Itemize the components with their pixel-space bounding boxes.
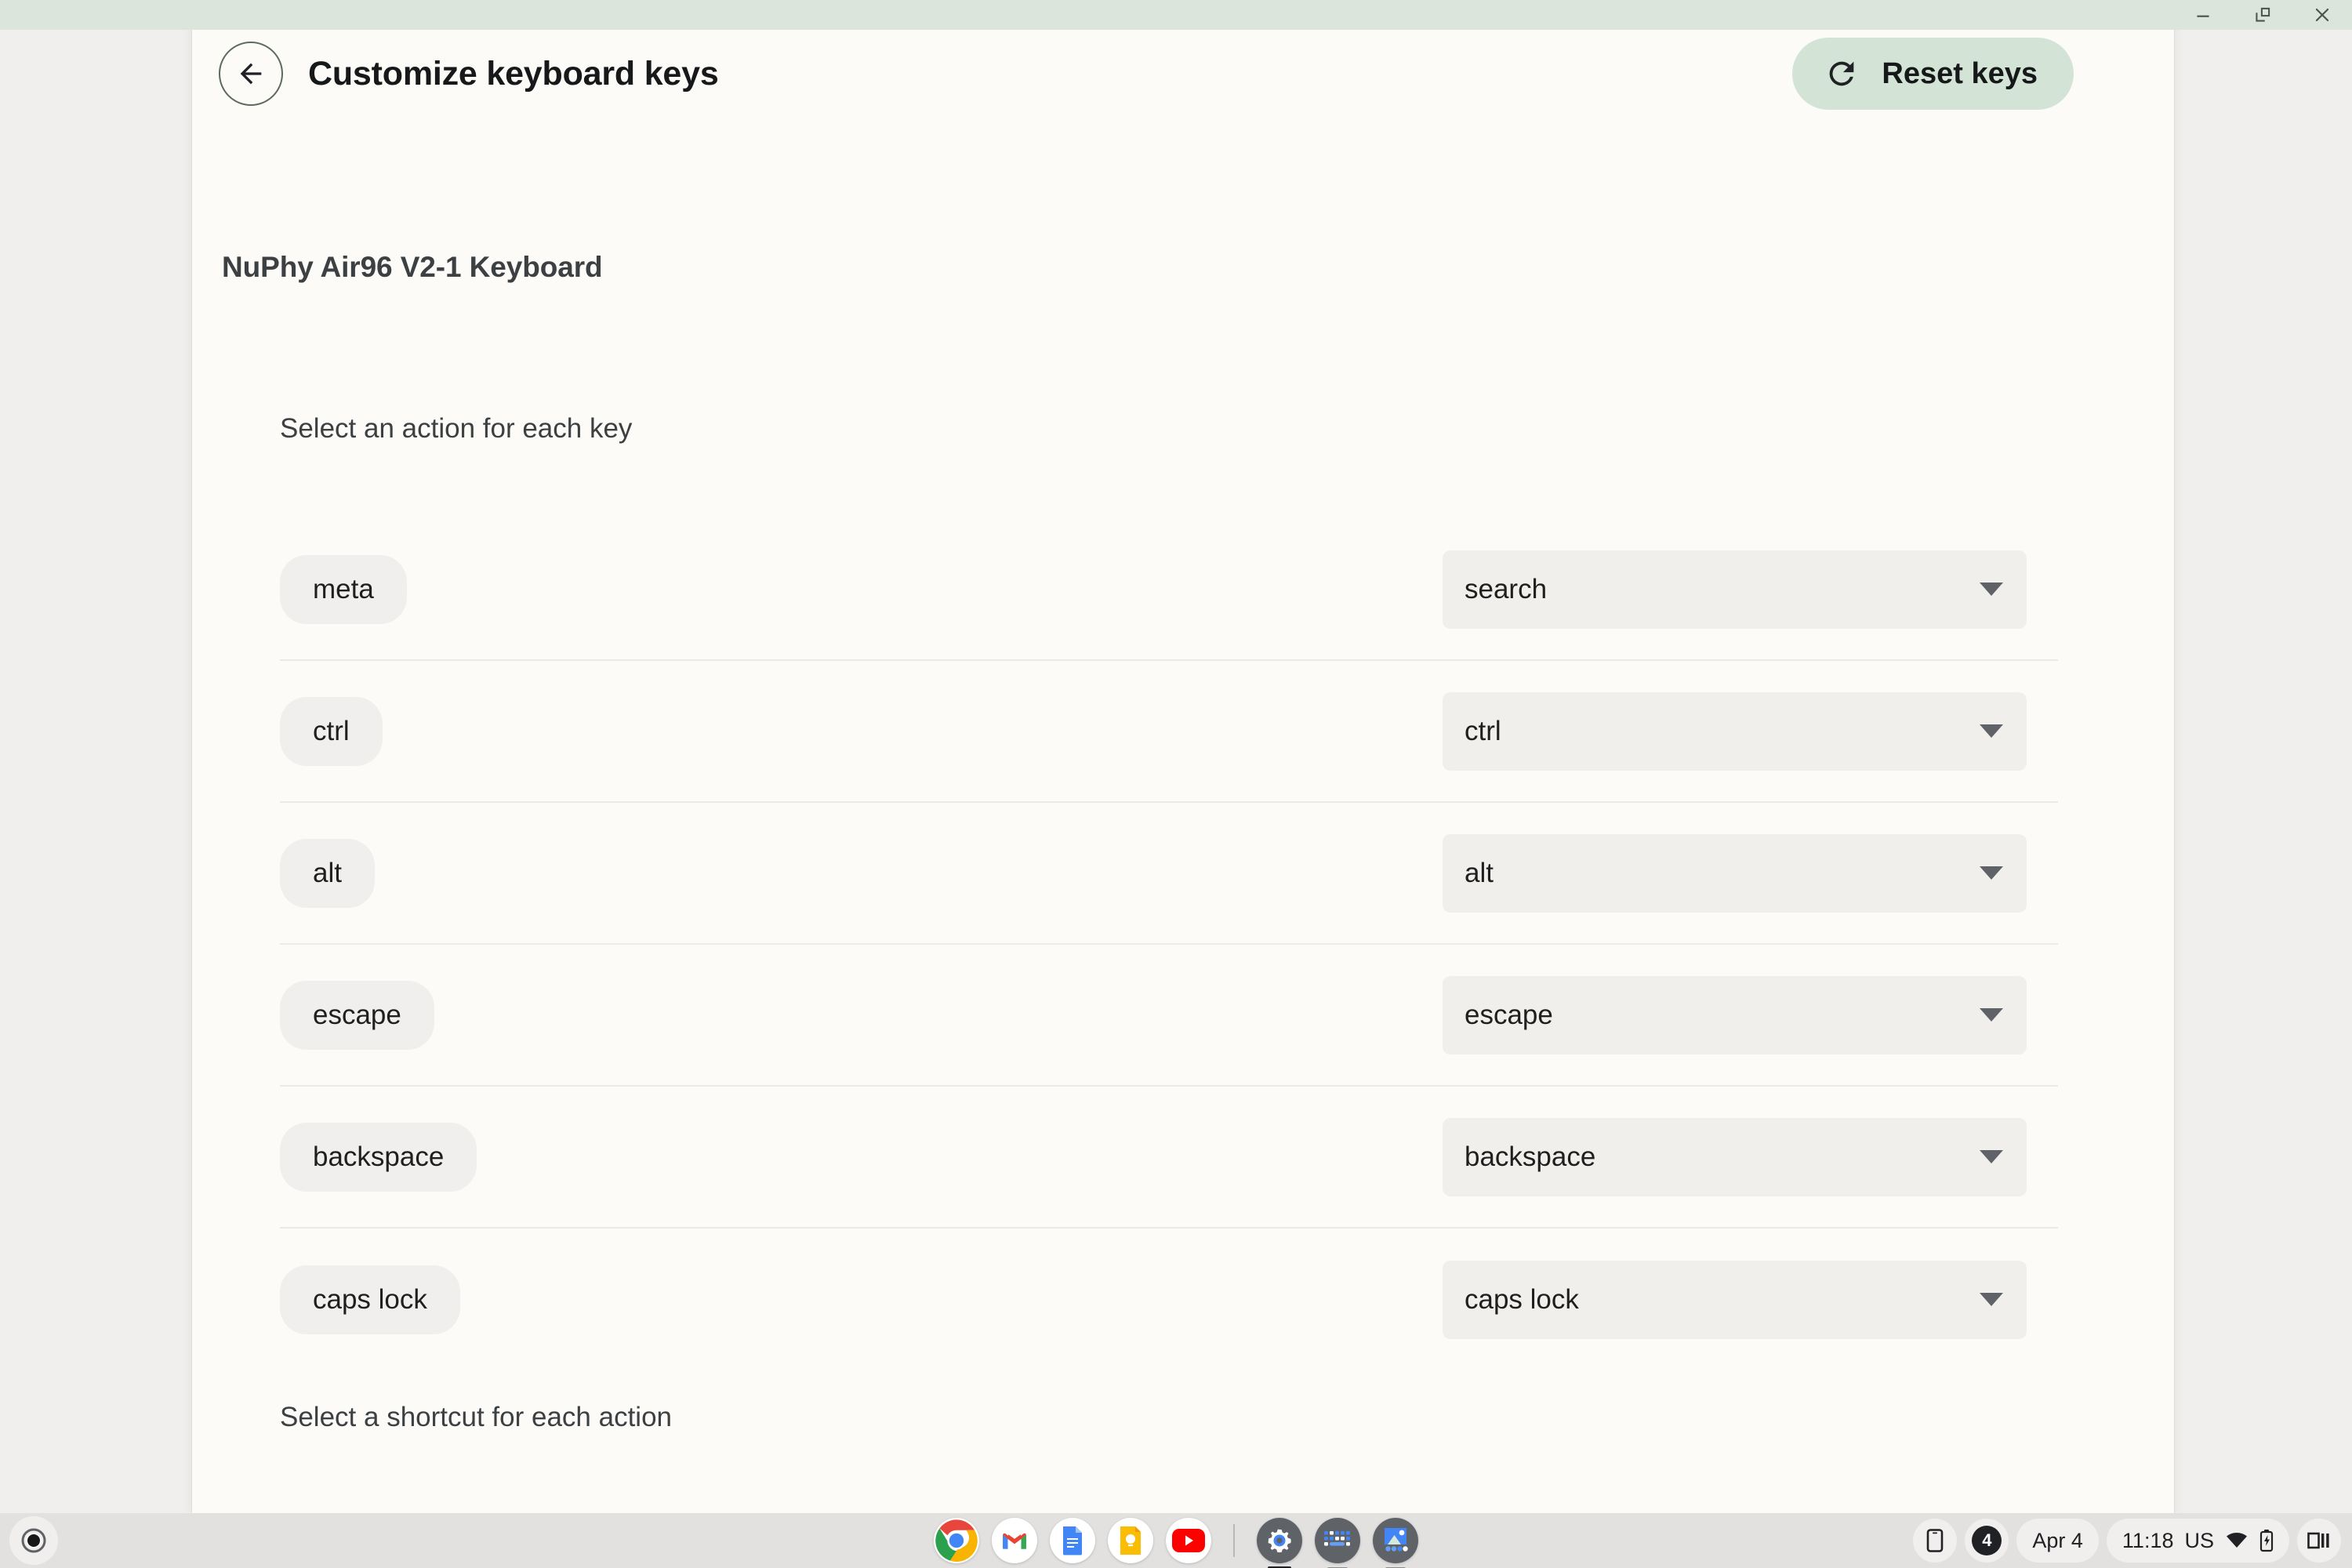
shelf-app-chrome[interactable] xyxy=(934,1518,979,1563)
desk-switcher-button[interactable]: 4 xyxy=(1965,1519,2009,1563)
desk-count-badge: 4 xyxy=(1972,1526,2002,1555)
settings-window: Customize keyboard keys Reset keys NuPhy… xyxy=(192,0,2174,1513)
key-chip-alt[interactable]: alt xyxy=(280,838,375,908)
key-chip-caps-lock[interactable]: caps lock xyxy=(280,1265,460,1334)
refresh-icon xyxy=(1830,61,1854,86)
action-select-meta[interactable]: search xyxy=(1443,550,2027,629)
shelf-app-settings[interactable] xyxy=(1257,1518,1302,1568)
action-select-caps-lock[interactable]: caps lock xyxy=(1443,1260,2027,1339)
key-row: ctrl ctrl xyxy=(280,661,2058,803)
key-chip-escape[interactable]: escape xyxy=(280,980,434,1050)
docs-icon xyxy=(1063,1526,1082,1555)
window-controls xyxy=(2173,0,2352,30)
gmail-icon xyxy=(1003,1533,1026,1549)
chevron-down-icon xyxy=(1980,724,2003,738)
back-button[interactable] xyxy=(219,42,283,106)
system-tray-button[interactable]: 11:18 US xyxy=(2106,1519,2289,1563)
titlebar xyxy=(0,0,2352,30)
key-rows-list: meta search ctrl ctrl alt alt escape esc… xyxy=(280,519,2058,1370)
chevron-down-icon xyxy=(1980,1150,2003,1163)
shelf-app-youtube[interactable] xyxy=(1166,1518,1211,1563)
close-button[interactable] xyxy=(2292,0,2352,30)
key-chip-ctrl[interactable]: ctrl xyxy=(280,696,383,766)
action-select-value: alt xyxy=(1465,857,1494,888)
device-name: NuPhy Air96 V2-1 Keyboard xyxy=(222,251,603,283)
chevron-down-icon xyxy=(1980,583,2003,596)
action-select-alt[interactable]: alt xyxy=(1443,833,2027,913)
shelf-divider xyxy=(1233,1524,1235,1557)
shelf: 4 Apr 4 11:18 US xyxy=(0,1513,2352,1568)
minimize-button[interactable] xyxy=(2173,0,2233,30)
action-select-ctrl[interactable]: ctrl xyxy=(1443,691,2027,771)
shelf-app-gallery[interactable] xyxy=(1373,1518,1418,1568)
shelf-app-list xyxy=(934,1513,1418,1568)
date-label: Apr 4 xyxy=(2032,1528,2083,1552)
phone-hub-button[interactable] xyxy=(1913,1519,1958,1563)
section-heading: Select an action for each key xyxy=(280,413,633,444)
minimize-icon xyxy=(2197,15,2209,17)
action-select-value: ctrl xyxy=(1465,715,1501,746)
shortcut-section-heading: Select a shortcut for each action xyxy=(280,1402,672,1432)
key-row: caps lock caps lock xyxy=(280,1229,2058,1370)
reset-keys-label: Reset keys xyxy=(1882,56,2038,90)
status-area: 4 Apr 4 11:18 US xyxy=(1913,1519,2341,1563)
launcher-button[interactable] xyxy=(9,1516,58,1565)
keyboard-icon xyxy=(1324,1531,1350,1546)
action-select-value: search xyxy=(1465,573,1548,604)
back-arrow-icon xyxy=(240,63,262,85)
shelf-app-keep[interactable] xyxy=(1108,1518,1153,1563)
key-row: alt alt xyxy=(280,803,2058,945)
battery-charging-icon xyxy=(2259,1530,2274,1552)
action-select-escape[interactable]: escape xyxy=(1443,975,2027,1054)
shelf-app-docs[interactable] xyxy=(1050,1518,1095,1563)
reset-keys-button[interactable]: Reset keys xyxy=(1792,38,2074,110)
close-icon xyxy=(2315,8,2329,22)
page-header: Customize keyboard keys Reset keys xyxy=(192,30,2174,118)
window-layout-button[interactable] xyxy=(2297,1519,2341,1563)
shelf-app-gmail[interactable] xyxy=(992,1518,1037,1563)
key-chip-backspace[interactable]: backspace xyxy=(280,1122,477,1192)
settings-gear-icon xyxy=(1268,1529,1291,1553)
chevron-down-icon xyxy=(1980,866,2003,880)
phone-icon xyxy=(1927,1529,1944,1552)
locale-label: US xyxy=(2184,1528,2214,1552)
chevron-down-icon xyxy=(1980,1293,2003,1306)
action-select-backspace[interactable]: backspace xyxy=(1443,1117,2027,1196)
page-title: Customize keyboard keys xyxy=(308,54,719,93)
restore-button[interactable] xyxy=(2233,0,2292,30)
launcher-icon xyxy=(21,1528,46,1553)
action-select-value: caps lock xyxy=(1465,1283,1579,1315)
time-label: 11:18 xyxy=(2122,1528,2174,1552)
shelf-app-keyboard[interactable] xyxy=(1315,1518,1360,1568)
key-chip-meta[interactable]: meta xyxy=(280,554,407,624)
key-row: escape escape xyxy=(280,945,2058,1087)
action-select-value: escape xyxy=(1465,999,1553,1030)
keep-icon xyxy=(1120,1526,1141,1555)
window-layout-icon xyxy=(2307,1532,2329,1549)
key-row: backspace backspace xyxy=(280,1087,2058,1229)
restore-icon xyxy=(2256,7,2270,22)
chevron-down-icon xyxy=(1980,1008,2003,1022)
calendar-button[interactable]: Apr 4 xyxy=(2016,1519,2099,1563)
desktop: Customize keyboard keys Reset keys NuPhy… xyxy=(0,0,2352,1568)
youtube-icon xyxy=(1172,1529,1205,1552)
gallery-icon xyxy=(1385,1528,1408,1552)
wifi-icon xyxy=(2227,1532,2247,1548)
action-select-value: backspace xyxy=(1465,1141,1596,1172)
key-row: meta search xyxy=(280,519,2058,661)
chrome-icon xyxy=(935,1519,978,1562)
